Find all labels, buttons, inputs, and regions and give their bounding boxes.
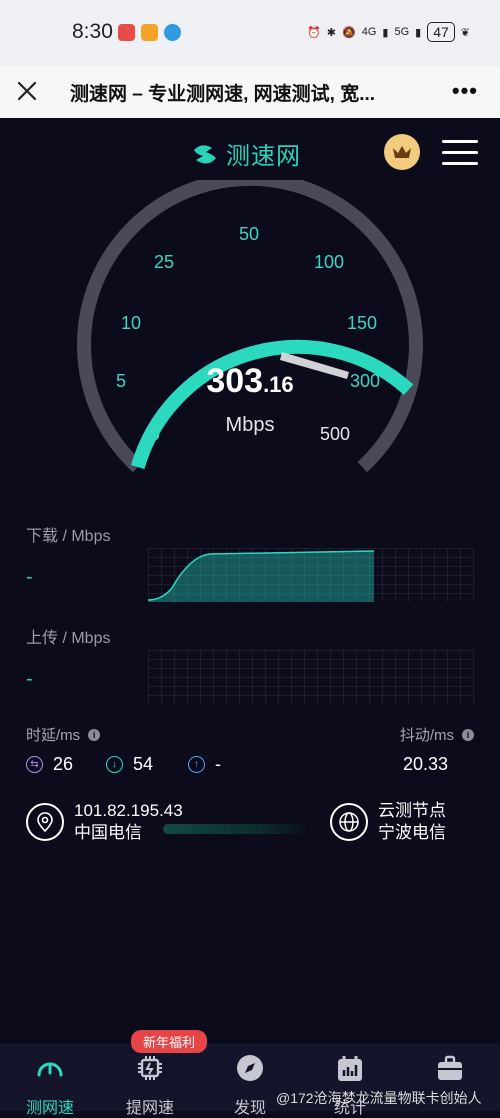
- bluetooth-icon: ✱: [326, 26, 336, 39]
- client-ip: 101.82.195.43: [74, 801, 183, 820]
- speed-readout: 303.16: [0, 362, 500, 401]
- status-app-icons: [118, 24, 181, 41]
- status-bar: 8:30 ⏰ ✱ 🔕 4G ▮ 5G ▮ 47 ❦: [0, 0, 500, 66]
- speed-integer: 303: [206, 362, 264, 400]
- logo-text: 测速网: [226, 143, 301, 170]
- hamburger-menu-icon[interactable]: [442, 140, 478, 166]
- watermark: @172沧海梦龙流量物联卡创始人: [276, 1090, 482, 1106]
- app-notification-icon: [118, 24, 135, 41]
- leaf-icon: ❦: [460, 26, 470, 39]
- speed-unit: Mbps: [225, 414, 275, 436]
- promo-badge[interactable]: 新年福利: [131, 1030, 208, 1053]
- location-pin-icon: [26, 803, 64, 841]
- server-info[interactable]: 云测节点 宁波电信: [330, 800, 446, 844]
- server-location: 宁波电信: [378, 823, 446, 842]
- gauge-label: 10: [121, 313, 142, 333]
- connection-progress: [163, 824, 308, 834]
- download-value: -: [26, 566, 33, 588]
- signal-4g: 4G: [361, 26, 377, 38]
- tab-discover[interactable]: 发现: [210, 1053, 290, 1118]
- info-icon[interactable]: i: [462, 728, 474, 741]
- download-label: 下载 / Mbps: [26, 528, 111, 545]
- crown-icon: [393, 146, 411, 158]
- gauge-label: 25: [154, 252, 175, 272]
- latency-header: 时延/ms i: [26, 724, 101, 745]
- gauge-label: 50: [239, 224, 260, 244]
- arrow-down-icon: ↓: [106, 756, 123, 773]
- speedometer-icon: [37, 1062, 63, 1077]
- upload-label: 上传 / Mbps: [26, 630, 111, 647]
- gauge-label: 150: [347, 313, 378, 333]
- download-graph: [147, 548, 474, 602]
- page-title: 测速网 – 专业测网速, 网速测试, 宽...: [70, 84, 376, 105]
- signal-bars-icon: ▮: [415, 26, 422, 39]
- status-time: 8:30: [72, 20, 113, 43]
- app-notification-icon: [141, 24, 158, 41]
- tab-label: 提网速: [125, 1100, 174, 1117]
- download-curve: [147, 550, 375, 602]
- upload-latency-metric: ↑ -: [188, 754, 221, 775]
- arrow-up-icon: ↑: [188, 756, 205, 773]
- mute-icon: 🔕: [342, 26, 356, 39]
- calendar-chart-icon: [338, 1056, 362, 1081]
- status-indicators: ⏰ ✱ 🔕 4G ▮ 5G ▮ 47 ❦: [307, 22, 470, 42]
- battery-indicator: 47: [427, 22, 455, 42]
- gauge-label: 100: [314, 252, 345, 272]
- client-info: 101.82.195.43 中国电信: [26, 800, 183, 844]
- close-icon[interactable]: [14, 78, 40, 104]
- upload-graph: [148, 650, 474, 704]
- browser-title-bar: 测速网 – 专业测网速, 网速测试, 宽... •••: [0, 66, 500, 118]
- app-header: 测速网: [0, 118, 500, 188]
- jitter-value: 20.33: [402, 754, 448, 774]
- signal-bars-icon: ▮: [382, 26, 389, 39]
- download-latency-metric: ↓ 54: [106, 754, 153, 775]
- signal-5g: 5G: [394, 26, 410, 38]
- tab-boost[interactable]: 提网速: [110, 1053, 190, 1118]
- briefcase-icon: [438, 1055, 462, 1080]
- upload-value: -: [26, 668, 33, 690]
- vip-crown-button[interactable]: [384, 134, 420, 170]
- tab-speedtest[interactable]: 测网速: [10, 1053, 90, 1118]
- app-notification-icon: [164, 24, 181, 41]
- compass-icon: [237, 1055, 263, 1081]
- jitter-header: 抖动/ms i: [400, 724, 474, 745]
- ping-value: 26: [53, 754, 74, 774]
- tab-label: 测网速: [25, 1100, 74, 1117]
- latency-label: 时延/ms: [26, 727, 81, 744]
- chip-icon: [138, 1056, 162, 1080]
- jitter-label: 抖动/ms: [399, 727, 454, 744]
- download-latency-value: 54: [133, 754, 154, 774]
- globe-icon: [330, 803, 368, 841]
- speed-decimal: .16: [263, 372, 294, 397]
- upload-latency-value: -: [215, 754, 221, 774]
- logo[interactable]: 测速网: [190, 136, 301, 171]
- ping-icon: ⇆: [26, 756, 43, 773]
- server-node: 云测节点: [378, 801, 446, 820]
- tab-stats[interactable]: 统计: [310, 1053, 390, 1118]
- more-options-icon[interactable]: •••: [452, 78, 478, 104]
- alarm-icon: ⏰: [307, 26, 321, 39]
- info-icon[interactable]: i: [88, 728, 101, 741]
- ping-metric: ⇆ 26: [26, 754, 73, 775]
- logo-icon: [194, 144, 216, 164]
